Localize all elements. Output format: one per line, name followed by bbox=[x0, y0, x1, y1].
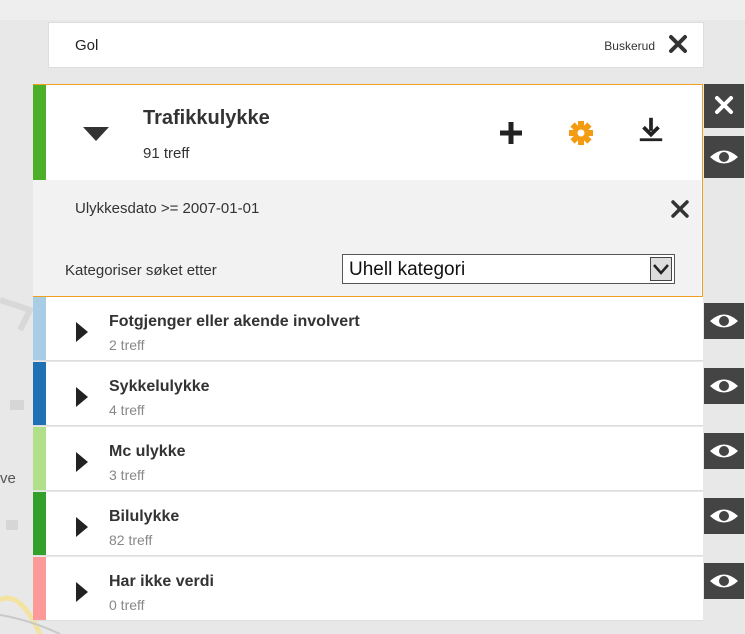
categorize-select-value: Uhell kategori bbox=[349, 259, 466, 280]
category-name: Mc ulykke bbox=[109, 443, 186, 460]
category-visibility-button[interactable] bbox=[704, 433, 744, 469]
category-visibility-button[interactable] bbox=[704, 303, 744, 339]
expand-caret-icon[interactable] bbox=[75, 321, 89, 343]
expand-caret-icon[interactable] bbox=[75, 516, 89, 538]
place-name: Gol bbox=[75, 37, 99, 54]
layer-visibility-button[interactable] bbox=[704, 136, 744, 178]
category-item[interactable]: Mc ulykke 3 treff bbox=[33, 427, 703, 491]
category-color-bar bbox=[33, 557, 46, 620]
category-name: Har ikke verdi bbox=[109, 573, 214, 590]
eye-icon bbox=[710, 379, 738, 393]
category-name: Sykkelulykke bbox=[109, 378, 210, 395]
categorize-label: Kategoriser søket etter bbox=[65, 262, 217, 279]
map-place-label: ve bbox=[0, 470, 16, 487]
category-count: 2 treff bbox=[109, 337, 145, 353]
eye-icon bbox=[710, 574, 738, 588]
category-count: 0 treff bbox=[109, 597, 145, 613]
category-item[interactable]: Bilulykke 82 treff bbox=[33, 492, 703, 556]
category-name: Bilulykke bbox=[109, 508, 180, 525]
layer-count: 91 treff bbox=[143, 145, 190, 162]
close-layer-button[interactable] bbox=[704, 84, 744, 128]
expand-caret-icon[interactable] bbox=[75, 451, 89, 473]
categorize-select[interactable]: Uhell kategori bbox=[342, 254, 675, 284]
expand-caret-icon[interactable] bbox=[75, 581, 89, 603]
expand-caret-icon[interactable] bbox=[75, 386, 89, 408]
eye-icon bbox=[710, 150, 738, 164]
gear-icon[interactable] bbox=[567, 119, 595, 147]
category-count: 82 treff bbox=[109, 532, 153, 548]
collapse-caret-icon[interactable] bbox=[81, 125, 111, 143]
filter-row: Ulykkesdato >= 2007-01-01 bbox=[33, 180, 701, 240]
close-icon bbox=[715, 96, 733, 114]
layer-title: Trafikkulykke bbox=[143, 107, 270, 129]
category-count: 3 treff bbox=[109, 467, 145, 483]
remove-filter-icon[interactable] bbox=[669, 198, 691, 220]
category-item[interactable]: Sykkelulykke 4 treff bbox=[33, 362, 703, 426]
eye-icon bbox=[710, 509, 738, 523]
category-color-bar bbox=[33, 427, 46, 490]
search-result-bar: Gol Buskerud bbox=[48, 22, 704, 68]
category-color-bar bbox=[33, 492, 46, 555]
download-icon[interactable] bbox=[637, 115, 665, 143]
category-color-bar bbox=[33, 362, 46, 425]
category-name: Fotgjenger eller akende involvert bbox=[109, 313, 360, 330]
filter-text: Ulykkesdato >= 2007-01-01 bbox=[75, 200, 260, 217]
region-name: Buskerud bbox=[604, 39, 655, 53]
plus-icon[interactable] bbox=[497, 119, 525, 147]
category-count: 4 treff bbox=[109, 402, 145, 418]
eye-icon bbox=[710, 444, 738, 458]
layer-panel: Trafikkulykke 91 treff Ulykkesdato >= 20… bbox=[33, 84, 703, 297]
category-item[interactable]: Fotgjenger eller akende involvert 2 treff bbox=[33, 297, 703, 361]
categorize-row: Kategoriser søket etter Uhell kategori bbox=[33, 240, 701, 296]
eye-icon bbox=[710, 314, 738, 328]
layer-color-bar bbox=[33, 85, 46, 180]
category-visibility-button[interactable] bbox=[704, 368, 744, 404]
category-visibility-button[interactable] bbox=[704, 563, 744, 599]
category-color-bar bbox=[33, 297, 46, 360]
chevron-down-icon[interactable] bbox=[650, 257, 672, 281]
category-visibility-button[interactable] bbox=[704, 498, 744, 534]
category-item[interactable]: Har ikke verdi 0 treff bbox=[33, 557, 703, 621]
close-icon[interactable] bbox=[667, 33, 689, 55]
